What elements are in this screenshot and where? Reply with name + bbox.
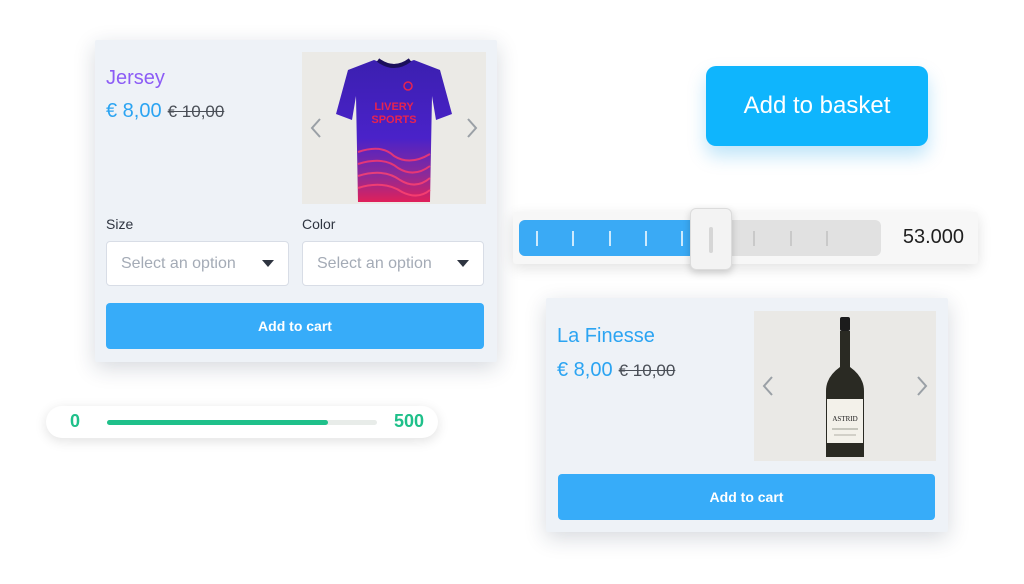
range-bar: 0 500 bbox=[46, 406, 438, 438]
size-select-placeholder: Select an option bbox=[121, 254, 236, 272]
slider-tick bbox=[753, 231, 756, 246]
add-to-cart-button[interactable]: Add to cart bbox=[106, 303, 484, 349]
price-row: € 8,00 € 10,00 bbox=[557, 359, 675, 382]
grip-icon bbox=[708, 227, 713, 253]
product-image-carousel: ASTRID bbox=[754, 311, 936, 461]
stage: Jersey € 8,00 € 10,00 LIVERY SPORTS Size… bbox=[0, 0, 1024, 584]
caret-down-icon bbox=[262, 260, 274, 267]
jersey-product-card: Jersey € 8,00 € 10,00 LIVERY SPORTS Size… bbox=[95, 40, 497, 362]
slider-tick bbox=[644, 231, 647, 246]
slider-tick bbox=[536, 231, 539, 246]
add-to-basket-button[interactable]: Add to basket bbox=[706, 66, 928, 146]
product-title: Jersey bbox=[106, 67, 165, 89]
slider-tick bbox=[681, 231, 683, 246]
color-select-placeholder: Select an option bbox=[317, 254, 432, 272]
add-to-cart-button[interactable]: Add to cart bbox=[558, 474, 935, 520]
range-fill bbox=[107, 420, 329, 425]
color-label: Color bbox=[302, 216, 336, 232]
chevron-right-icon[interactable] bbox=[464, 117, 480, 139]
color-select[interactable]: Select an option bbox=[302, 241, 484, 286]
slider-handle[interactable] bbox=[689, 208, 732, 270]
bottle-label-text: ASTRID bbox=[832, 415, 857, 423]
slider-tick bbox=[825, 231, 828, 246]
old-price: € 10,00 bbox=[167, 102, 225, 121]
chevron-right-icon[interactable] bbox=[914, 375, 930, 397]
slider-tick bbox=[608, 231, 611, 246]
slider-tick bbox=[789, 231, 792, 246]
size-label: Size bbox=[106, 216, 134, 232]
product-image-carousel: LIVERY SPORTS bbox=[302, 52, 486, 204]
chevron-left-icon[interactable] bbox=[760, 375, 776, 397]
current-price: € 8,00 bbox=[106, 100, 162, 122]
range-min-label: 0 bbox=[70, 411, 81, 431]
wine-bottle-photo: ASTRID bbox=[754, 311, 936, 461]
wine-product-card: La Finesse € 8,00 € 10,00 ASTRID Add to … bbox=[546, 298, 948, 532]
jersey-photo: LIVERY SPORTS bbox=[302, 52, 486, 204]
range-max-label: 500 bbox=[393, 411, 424, 431]
slider-value: 53.000 bbox=[902, 226, 964, 248]
range-track[interactable] bbox=[107, 420, 377, 425]
slider-tick bbox=[572, 231, 575, 246]
old-price: € 10,00 bbox=[618, 361, 676, 380]
price-row: € 8,00 € 10,00 bbox=[106, 100, 224, 123]
product-title: La Finesse bbox=[557, 325, 655, 347]
stepped-slider: 53.000 bbox=[513, 208, 978, 270]
shirt-print-line1: LIVERY bbox=[374, 101, 414, 113]
shirt-print-line2: SPORTS bbox=[371, 114, 416, 126]
caret-down-icon bbox=[457, 260, 469, 267]
size-select[interactable]: Select an option bbox=[106, 241, 289, 286]
current-price: € 8,00 bbox=[557, 359, 613, 381]
chevron-left-icon[interactable] bbox=[308, 117, 324, 139]
